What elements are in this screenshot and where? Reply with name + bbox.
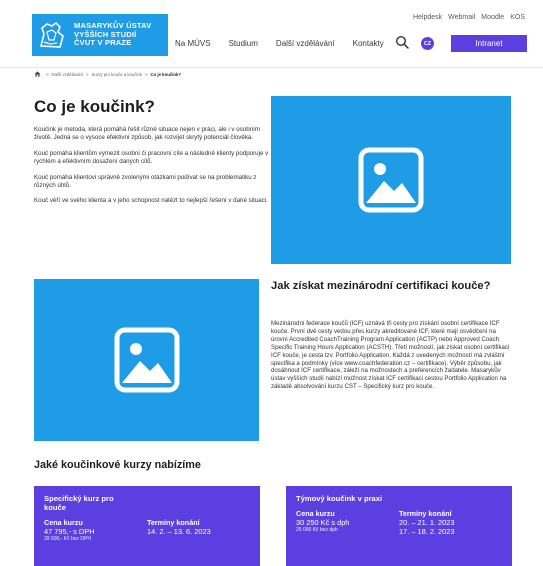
search-icon[interactable] — [395, 35, 409, 49]
nav-item-dalsi-vzdelavani[interactable]: Další vzdělávání — [276, 39, 335, 48]
course-card-tymovy[interactable]: Týmový koučink v praxi Cena kurzu 30 250… — [286, 486, 512, 566]
language-switch-button[interactable]: CZ — [421, 37, 434, 50]
link-kos[interactable]: KOS — [510, 14, 525, 21]
date-value: 14. 2. – 13. 6. 2023 — [147, 527, 211, 536]
course-title[interactable]: Specifický kurz pro kouče — [44, 494, 134, 512]
price-without-vat: 25 000 Kč bez dph — [296, 527, 338, 533]
breadcrumb-separator: > — [46, 71, 49, 77]
intro-text: Koučink je metoda, která pomáhá řešit rů… — [34, 126, 270, 213]
breadcrumb-item-kurzy[interactable]: Kurzy pro kouče a koučink — [92, 72, 142, 77]
breadcrumb-separator: > — [144, 71, 148, 77]
course-title[interactable]: Týmový koučink v praxi — [296, 494, 386, 503]
image-placeholder-icon — [358, 147, 424, 213]
image-placeholder-icon — [114, 327, 179, 393]
nav-item-na-muvs[interactable]: Na MÚVS — [175, 39, 211, 48]
price-value: 47 795,- s DPH — [44, 527, 95, 536]
certification-text: Mezinárodní federace koučů (ICF) uznává … — [271, 320, 510, 391]
intro-paragraph-3: Kouč pomáhá klientovi správně zvolenými … — [34, 173, 257, 190]
price-value: 30 250 Kč s dph — [296, 518, 350, 527]
course-card-specificky[interactable]: Specifický kurz pro kouče Cena kurzu 47 … — [34, 486, 260, 566]
date-value: 20. – 21. 1. 2023 — [399, 518, 455, 527]
main-nav: Na MÚVS Studium Další vzdělávání Kontakt… — [175, 39, 402, 48]
site-logo[interactable]: MASARYKŮV ÚSTAV VYŠŠÍCH STUDIÍ ČVUT V PR… — [32, 14, 168, 56]
breadcrumb-current: Co je koučink? — [150, 71, 182, 77]
price-label: Cena kurzu — [44, 518, 83, 527]
courses-heading: Jaké koučinkové kurzy nabízíme — [34, 459, 201, 471]
price-without-vat: 39 500,- Kč bez DPH — [44, 536, 91, 542]
certification-heading: Jak získat mezinárodní certifikaci kouče… — [271, 280, 491, 292]
site-header: MASARYKŮV ÚSTAV VYŠŠÍCH STUDIÍ ČVUT V PR… — [0, 0, 543, 68]
link-webmail[interactable]: Webmail — [448, 14, 475, 21]
dates-label: Termíny konání — [147, 518, 200, 527]
nav-item-kontakty[interactable]: Kontakty — [353, 39, 384, 48]
link-moodle[interactable]: Moodle — [481, 14, 504, 21]
lion-emblem-icon — [39, 21, 64, 48]
link-helpdesk[interactable]: Helpdesk — [413, 14, 442, 21]
page-title: Co je koučink? — [34, 97, 155, 116]
image-placeholder-top — [271, 96, 511, 264]
home-icon[interactable] — [34, 71, 41, 77]
image-placeholder-middle — [34, 279, 259, 441]
breadcrumb-separator: > — [86, 71, 89, 77]
date-value: 17. – 18. 2. 2023 — [399, 527, 455, 536]
breadcrumb: > Další vzdělávání > Kurzy pro kouče a k… — [34, 71, 181, 77]
intro-paragraph-2: Kouč pomáhá klientům vymezit osobní či p… — [34, 149, 269, 166]
dates-label: Termíny konání — [399, 509, 452, 518]
nav-item-studium[interactable]: Studium — [229, 39, 258, 48]
price-label: Cena kurzu — [296, 509, 335, 518]
intranet-button[interactable]: Intranet — [451, 35, 527, 52]
intro-paragraph-4: Kouč věří ve svého klienta a v jeho scho… — [34, 197, 268, 205]
breadcrumb-item-dalsi-vzdelavani[interactable]: Další vzdělávání — [52, 72, 84, 77]
intro-paragraph-1: Koučink je metoda, která pomáhá řešit rů… — [34, 126, 260, 142]
logo-line-3: ČVUT V PRAZE — [74, 38, 132, 48]
utility-links: Helpdesk Webmail Moodle KOS — [413, 14, 525, 21]
